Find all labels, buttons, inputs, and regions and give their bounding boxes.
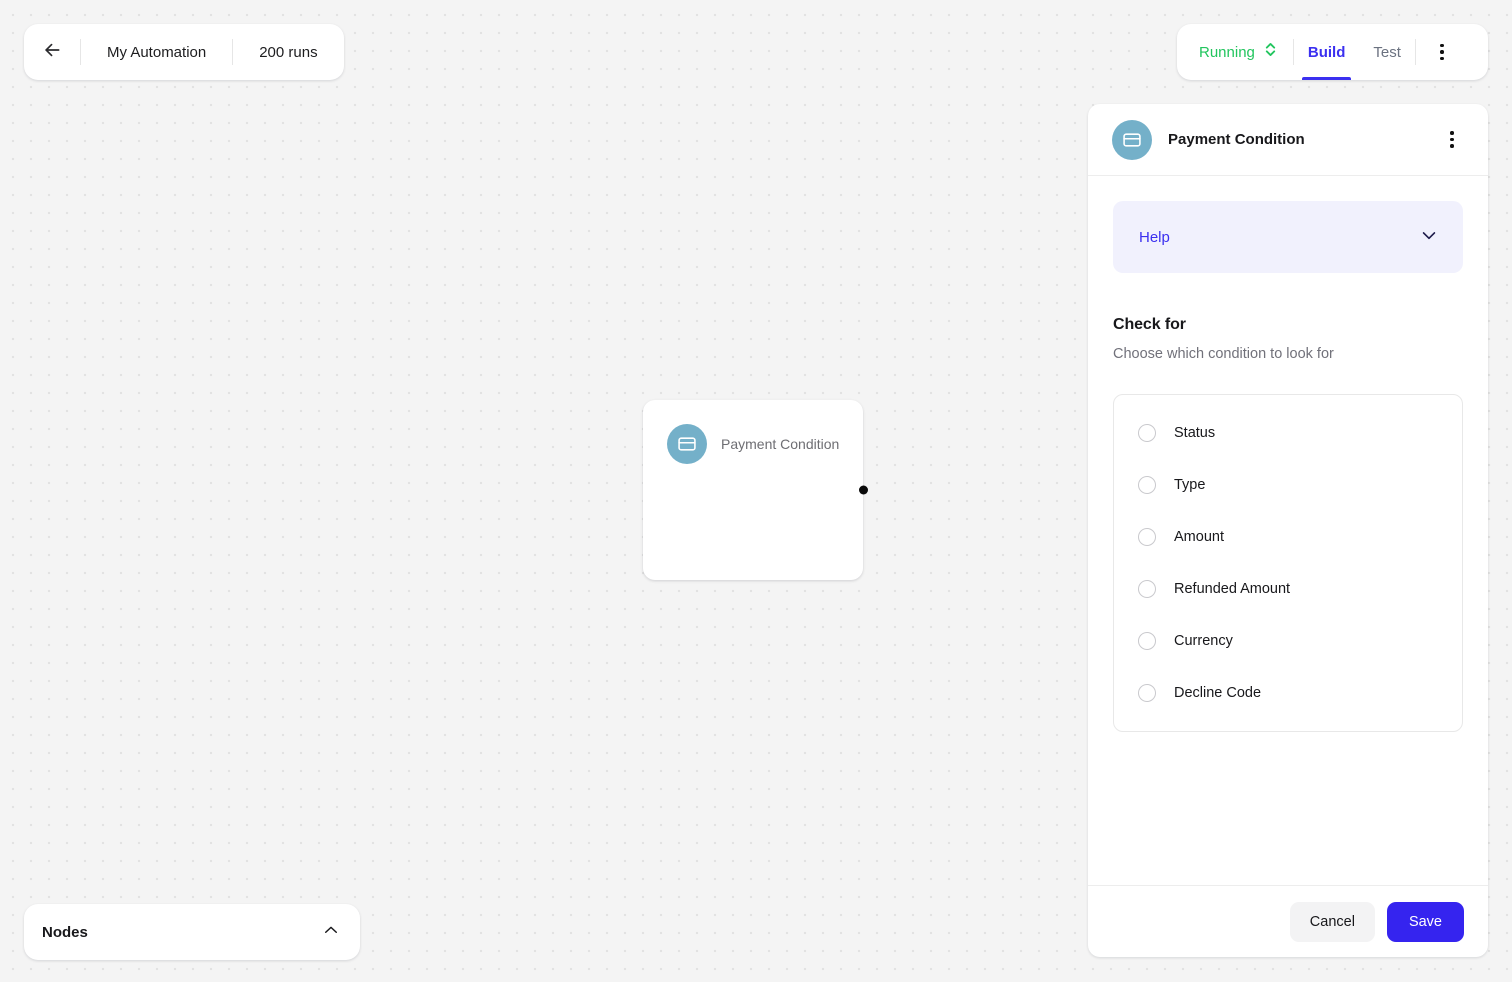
radio-option-label: Decline Code <box>1174 685 1262 701</box>
status-selector[interactable]: Running <box>1177 24 1293 80</box>
chevron-up-down-icon <box>1264 41 1277 63</box>
arrow-left-icon <box>42 40 62 65</box>
radio-indicator[interactable] <box>1138 476 1156 494</box>
radio-option-label: Type <box>1174 477 1206 493</box>
status-label: Running <box>1199 43 1255 61</box>
header-overflow-button[interactable] <box>1416 24 1468 80</box>
node-card-header: Payment Condition <box>643 400 863 464</box>
back-button[interactable] <box>24 24 80 80</box>
toolbar-right: Running Build Test <box>1177 24 1488 80</box>
radio-option-label: Refunded Amount <box>1174 581 1291 597</box>
node-settings-panel: Payment Condition Help Check for Choose … <box>1088 104 1488 957</box>
radio-option-label: Status <box>1174 425 1216 441</box>
panel-title: Payment Condition <box>1168 131 1305 148</box>
kebab-menu-icon <box>1450 131 1454 148</box>
automation-name[interactable]: My Automation <box>81 24 232 80</box>
kebab-menu-icon <box>1440 43 1444 61</box>
radio-option-label: Currency <box>1174 633 1233 649</box>
nodes-panel-toggle[interactable]: Nodes <box>24 904 360 960</box>
panel-header: Payment Condition <box>1088 104 1488 176</box>
radio-option-amount[interactable]: Amount <box>1114 511 1462 563</box>
radio-option-decline-code[interactable]: Decline Code <box>1114 667 1462 719</box>
radio-indicator[interactable] <box>1138 632 1156 650</box>
radio-option-type[interactable]: Type <box>1114 459 1462 511</box>
cancel-button[interactable]: Cancel <box>1289 901 1375 942</box>
radio-option-label: Amount <box>1174 529 1224 545</box>
radio-option-refunded-amount[interactable]: Refunded Amount <box>1114 563 1462 615</box>
chevron-down-icon <box>1419 225 1439 250</box>
radio-indicator[interactable] <box>1138 424 1156 442</box>
radio-indicator[interactable] <box>1138 684 1156 702</box>
panel-footer: Cancel Save <box>1088 885 1488 957</box>
tab-build[interactable]: Build <box>1294 24 1360 80</box>
condition-radio-group: Status Type Amount Refunded Amount Curre… <box>1113 394 1463 732</box>
help-accordion[interactable]: Help <box>1113 201 1463 273</box>
radio-option-status[interactable]: Status <box>1114 407 1462 459</box>
node-card-payment-condition[interactable]: Payment Condition <box>643 400 868 580</box>
credit-card-icon <box>667 424 707 464</box>
save-button[interactable]: Save <box>1386 901 1464 942</box>
tab-test[interactable]: Test <box>1359 24 1415 80</box>
radio-indicator[interactable] <box>1138 580 1156 598</box>
runs-count[interactable]: 200 runs <box>233 24 343 80</box>
credit-card-icon <box>1112 119 1152 160</box>
toolbar-left: My Automation 200 runs <box>24 24 344 80</box>
chevron-up-icon <box>322 921 340 944</box>
section-subtitle: Choose which condition to look for <box>1113 346 1334 362</box>
help-label: Help <box>1139 228 1170 246</box>
node-card-title: Payment Condition <box>721 436 840 452</box>
section-title: Check for <box>1113 316 1186 333</box>
panel-body: Help Check for Choose which condition to… <box>1088 176 1488 885</box>
radio-indicator[interactable] <box>1138 528 1156 546</box>
panel-overflow-button[interactable] <box>1436 120 1468 160</box>
radio-option-currency[interactable]: Currency <box>1114 615 1462 667</box>
output-connector-handle[interactable] <box>858 485 868 495</box>
nodes-panel-title: Nodes <box>42 923 88 941</box>
